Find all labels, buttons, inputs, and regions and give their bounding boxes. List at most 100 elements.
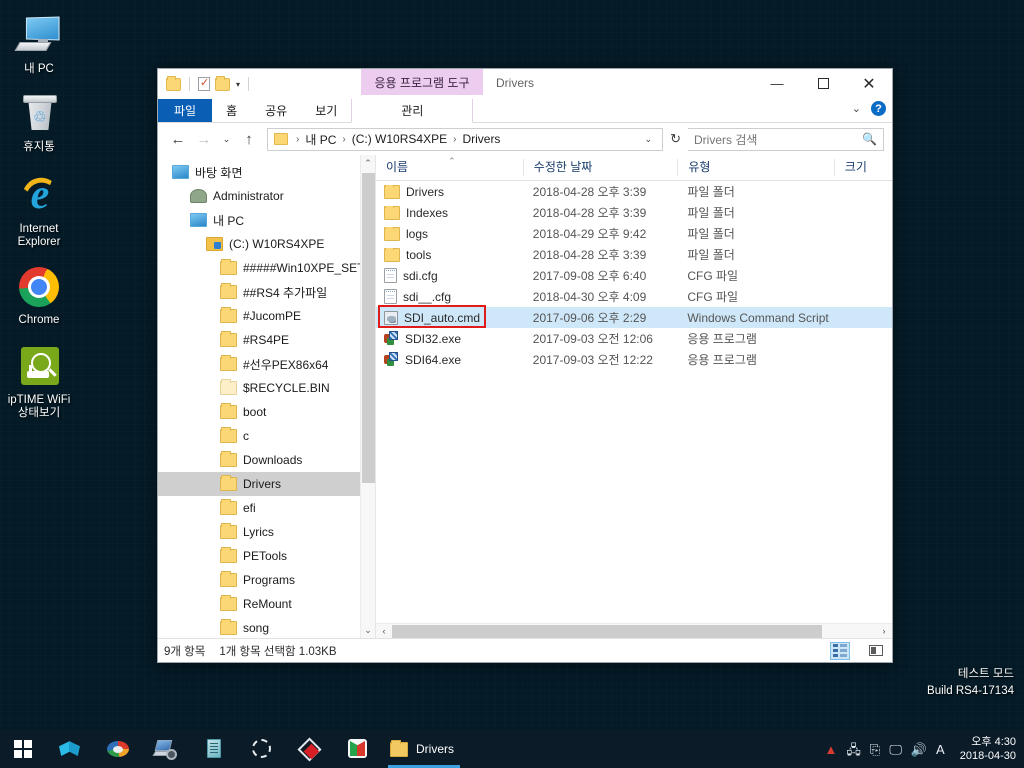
scroll-down-icon[interactable]: ⌄ xyxy=(361,622,375,638)
column-header-date[interactable]: 수정한 날짜 xyxy=(522,159,678,176)
volume-icon[interactable]: 🔊 xyxy=(911,743,927,756)
taskbar-item-butterfly[interactable] xyxy=(46,730,94,768)
tree-item-win10xpe-set[interactable]: #####Win10XPE_SET## xyxy=(158,256,375,280)
nav-pane-scrollbar[interactable]: ⌃ ⌄ xyxy=(360,155,375,638)
scroll-up-icon[interactable]: ⌃ xyxy=(361,155,375,171)
tab-share[interactable]: 공유 xyxy=(251,99,301,122)
tree-item-jucompe[interactable]: #JucomPE xyxy=(158,304,375,328)
tree-item-drive-c[interactable]: (C:) W10RS4XPE xyxy=(158,232,375,256)
window-title-bar[interactable]: ▾ 응용 프로그램 도구 Drivers — ✕ xyxy=(158,69,892,99)
search-box[interactable]: Drivers 검색 🔍 xyxy=(688,127,884,151)
usb-eject-icon[interactable]: ⎘ xyxy=(870,743,880,756)
table-row[interactable]: SDI32.exe 2017-09-03 오전 12:06 응용 프로그램 xyxy=(376,328,892,349)
scroll-left-icon[interactable]: ‹ xyxy=(376,626,392,636)
table-row[interactable]: logs 2018-04-29 오후 9:42 파일 폴더 xyxy=(376,223,892,244)
horizontal-scrollbar[interactable]: ‹ › xyxy=(376,623,892,638)
tree-item-drivers[interactable]: Drivers xyxy=(158,472,375,496)
desktop-icon-recycle-bin[interactable]: ♲ 휴지통 xyxy=(0,90,78,154)
taskbar-item-driver-tool[interactable] xyxy=(142,730,190,768)
tree-item-rs4-extra[interactable]: ##RS4 추가파일 xyxy=(158,280,375,304)
display-icon[interactable]: 🖵 xyxy=(889,743,902,756)
column-header-type[interactable]: 유형 xyxy=(677,159,833,176)
folder-icon xyxy=(220,307,237,323)
breadcrumb[interactable]: › 내 PC › (C:) W10RS4XPE › Drivers ⌄ xyxy=(267,127,664,151)
customize-caret-icon[interactable]: ▾ xyxy=(236,80,240,89)
network-disconnected-icon[interactable]: 🖧 xyxy=(846,743,861,756)
back-button[interactable]: ← xyxy=(166,127,190,151)
breadcrumb-dropdown-icon[interactable]: ⌄ xyxy=(639,134,659,145)
search-input[interactable]: Drivers 검색 xyxy=(694,131,862,148)
tree-item-downloads[interactable]: Downloads xyxy=(158,448,375,472)
forward-button[interactable]: → xyxy=(192,127,216,151)
column-header-size[interactable]: 크기 xyxy=(833,159,892,176)
taskbar-item-partition-wizard[interactable] xyxy=(94,730,142,768)
tree-item-administrator[interactable]: Administrator xyxy=(158,184,375,208)
ime-a-icon[interactable]: A xyxy=(936,743,945,756)
table-row[interactable]: Drivers 2018-04-28 오후 3:39 파일 폴더 xyxy=(376,181,892,202)
new-folder-icon[interactable] xyxy=(215,75,230,91)
magnifier-icon[interactable]: 🔍 xyxy=(862,132,877,146)
refresh-icon[interactable]: ↻ xyxy=(665,131,686,147)
table-row[interactable]: tools 2018-04-28 오후 3:39 파일 폴더 xyxy=(376,244,892,265)
start-button[interactable] xyxy=(0,730,46,768)
desktop-icon-iptime-wifi[interactable]: ipTIME WiFi 상태보기 xyxy=(0,343,78,420)
tree-item-boot[interactable]: boot xyxy=(158,400,375,424)
table-row[interactable]: sdi__.cfg 2018-04-30 오후 4:09 CFG 파일 xyxy=(376,286,892,307)
folder-icon[interactable] xyxy=(166,75,181,91)
file-name: Indexes xyxy=(406,205,449,220)
tiles-view-icon[interactable] xyxy=(866,642,886,660)
tree-item-remount[interactable]: ReMount xyxy=(158,592,375,616)
triangle-up-icon[interactable]: ▲ xyxy=(825,743,838,756)
tree-item-desktop[interactable]: 바탕 화면 xyxy=(158,160,375,184)
folder-icon xyxy=(274,133,288,145)
tree-item-sunwoo-pex86x64[interactable]: #선우PEX86x64 xyxy=(158,352,375,376)
tree-item-label: #####Win10XPE_SET## xyxy=(243,261,376,275)
tab-view[interactable]: 보기 xyxy=(301,99,351,122)
table-row[interactable]: Indexes 2018-04-28 오후 3:39 파일 폴더 xyxy=(376,202,892,223)
scrollbar-track[interactable] xyxy=(392,624,876,639)
tree-item-song[interactable]: song xyxy=(158,616,375,638)
chevron-down-icon[interactable]: ⌄ xyxy=(852,102,861,115)
maximize-button[interactable] xyxy=(800,69,846,98)
tree-item-c[interactable]: c xyxy=(158,424,375,448)
scrollbar-thumb[interactable] xyxy=(362,173,375,483)
taskbar-item-flag[interactable] xyxy=(334,730,382,768)
tree-item-lyrics[interactable]: Lyrics xyxy=(158,520,375,544)
table-row-selected[interactable]: SDI_auto.cmd 2017-09-06 오후 2:29 Windows … xyxy=(376,305,892,328)
help-icon[interactable]: ? xyxy=(871,101,886,116)
up-button[interactable]: ↑ xyxy=(237,127,261,151)
details-view-icon[interactable] xyxy=(830,641,850,660)
breadcrumb-item-drivers[interactable]: Drivers xyxy=(460,132,502,146)
tree-item-rs4pe[interactable]: #RS4PE xyxy=(158,328,375,352)
driver-tool-icon xyxy=(152,737,178,761)
desktop-icon-my-pc[interactable]: 내 PC xyxy=(0,12,78,76)
tree-item-petools[interactable]: PETools xyxy=(158,544,375,568)
tree-item-efi[interactable]: efi xyxy=(158,496,375,520)
taskbar-clock[interactable]: 오후 4:30 2018-04-30 xyxy=(954,735,1016,763)
taskbar-item-notepad[interactable] xyxy=(190,730,238,768)
minimize-button[interactable]: — xyxy=(754,69,800,98)
desktop-icon-label-2: 상태보기 xyxy=(17,407,61,419)
scrollbar-thumb[interactable] xyxy=(392,624,822,638)
desktop-icon-chrome[interactable]: Chrome xyxy=(0,263,78,327)
tree-item-recycle-bin[interactable]: $RECYCLE.BIN xyxy=(158,376,375,400)
taskbar-item-drivers[interactable]: Drivers xyxy=(382,730,466,768)
desktop-icon-internet-explorer[interactable]: e Internet Explorer xyxy=(0,172,78,249)
taskbar-item-diamond[interactable] xyxy=(286,730,334,768)
tab-file[interactable]: 파일 xyxy=(158,99,213,122)
desktop-icon-label: 내 PC xyxy=(24,63,54,75)
properties-icon[interactable] xyxy=(198,76,210,91)
tab-manage[interactable]: 관리 xyxy=(351,99,474,123)
table-row[interactable]: sdi.cfg 2017-09-08 오후 6:40 CFG 파일 xyxy=(376,265,892,286)
tree-item-programs[interactable]: Programs xyxy=(158,568,375,592)
breadcrumb-item-drive[interactable]: (C:) W10RS4XPE xyxy=(350,132,449,146)
divider xyxy=(189,77,190,91)
recent-locations-icon[interactable]: ⌄ xyxy=(218,127,235,151)
tree-item-my-pc[interactable]: 내 PC xyxy=(158,208,375,232)
tab-home[interactable]: 홈 xyxy=(212,99,251,122)
breadcrumb-item-my-pc[interactable]: 내 PC xyxy=(303,131,338,148)
taskbar-item-capture[interactable] xyxy=(238,730,286,768)
close-button[interactable]: ✕ xyxy=(846,69,892,98)
table-row[interactable]: SDI64.exe 2017-09-03 오전 12:22 응용 프로그램 xyxy=(376,349,892,370)
scroll-right-icon[interactable]: › xyxy=(876,626,892,636)
